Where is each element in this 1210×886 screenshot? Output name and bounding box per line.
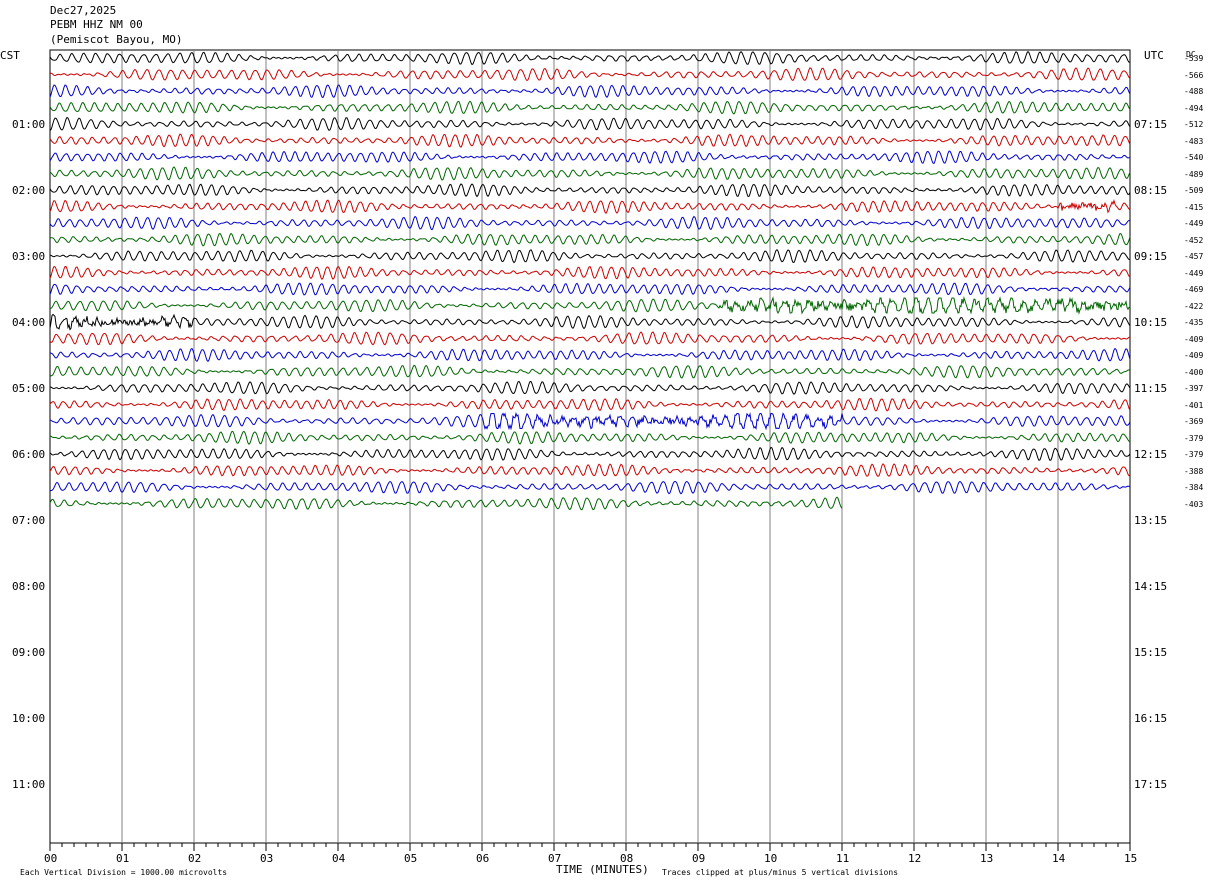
seismic-trace	[49, 265, 1131, 281]
plot-frame	[49, 49, 1131, 844]
seismic-trace	[50, 430, 1131, 445]
seismic-trace	[49, 198, 1131, 215]
x-axis-label: TIME (MINUTES)	[556, 863, 649, 876]
seismic-trace	[49, 100, 1131, 115]
seismic-trace	[49, 380, 1131, 395]
seismic-trace	[49, 364, 1131, 379]
seismic-trace	[49, 67, 1131, 82]
seismic-trace	[49, 347, 1131, 363]
seismic-trace	[49, 84, 1131, 99]
seismic-trace	[49, 480, 1131, 495]
seismic-trace	[49, 183, 1131, 198]
seismic-trace	[49, 331, 1131, 346]
seismic-trace	[49, 397, 1131, 412]
seismic-trace	[49, 166, 1131, 181]
helicorder-plot	[49, 49, 1131, 851]
seismic-trace	[49, 463, 1131, 478]
seismic-trace	[49, 446, 1131, 462]
seismic-trace	[49, 248, 1130, 264]
seismic-trace	[49, 282, 1131, 296]
seismic-trace	[49, 50, 1131, 66]
seismic-trace	[49, 215, 1131, 231]
seismic-trace	[49, 133, 1131, 148]
seismic-trace	[49, 150, 1131, 165]
seismic-trace	[49, 232, 1131, 247]
footer-scale-note: Each Vertical Division = 1000.00 microvo…	[20, 868, 228, 877]
seismic-trace	[49, 496, 843, 511]
footer-clip-note: Traces clipped at plus/minus 5 vertical …	[662, 868, 899, 877]
seismic-trace	[49, 296, 1131, 315]
seismic-trace	[49, 411, 1131, 431]
seismic-trace	[49, 116, 1131, 131]
seismic-trace	[49, 313, 1131, 331]
